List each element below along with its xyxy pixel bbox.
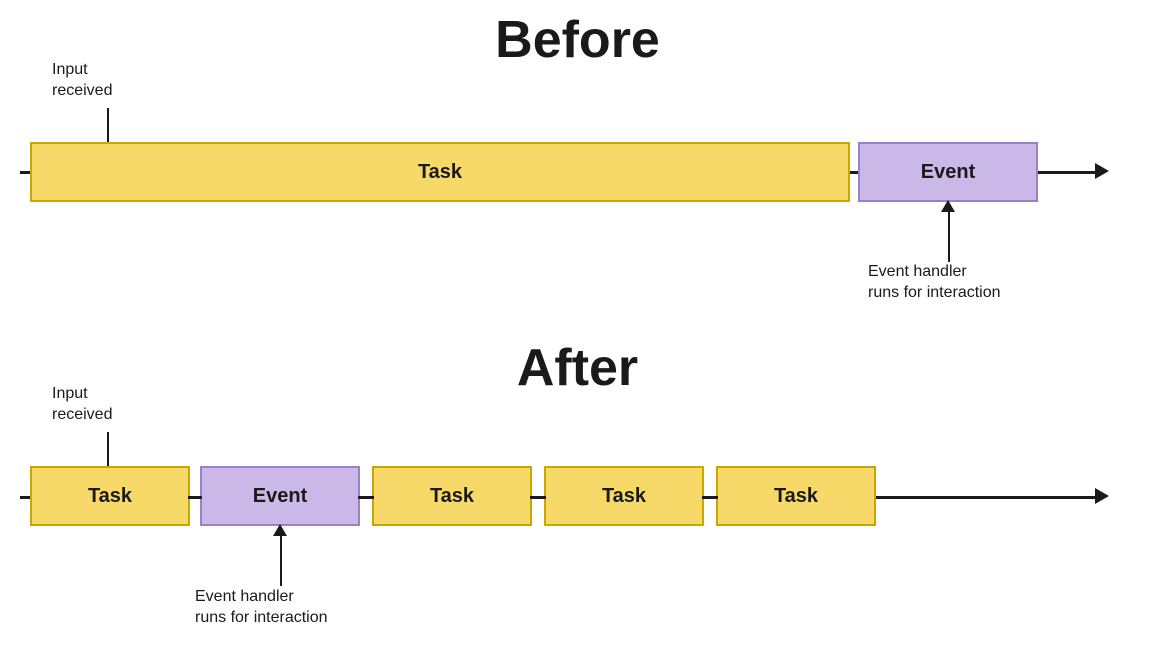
after-event-arrow-head bbox=[273, 524, 287, 536]
before-input-received-label: Input received bbox=[52, 60, 112, 102]
before-event-box: Event bbox=[858, 142, 1038, 202]
after-connector-3 bbox=[530, 496, 546, 499]
before-event-handler-label: Event handler runs for interaction bbox=[868, 262, 1001, 304]
before-event-arrow-head bbox=[941, 200, 955, 212]
before-title: Before bbox=[0, 10, 1155, 70]
before-timeline-arrow bbox=[1095, 163, 1109, 179]
before-event-arrow-line bbox=[948, 212, 950, 262]
after-connector-4 bbox=[702, 496, 718, 499]
after-task-box-3: Task bbox=[544, 466, 704, 526]
after-task-box-2: Task bbox=[372, 466, 532, 526]
after-task-box-4: Task bbox=[716, 466, 876, 526]
after-event-box: Event bbox=[200, 466, 360, 526]
after-event-handler-label: Event handler runs for interaction bbox=[195, 587, 328, 629]
after-title: After bbox=[0, 338, 1155, 398]
after-connector-2 bbox=[358, 496, 374, 499]
after-connector-1 bbox=[188, 496, 202, 499]
after-task-box-1: Task bbox=[30, 466, 190, 526]
after-input-received-label: Input received bbox=[52, 384, 112, 426]
after-event-arrow-line bbox=[280, 536, 282, 586]
after-timeline-arrow bbox=[1095, 488, 1109, 504]
before-task-box: Task bbox=[30, 142, 850, 202]
diagram-container: Before Input received Task Event Event h… bbox=[0, 0, 1155, 647]
